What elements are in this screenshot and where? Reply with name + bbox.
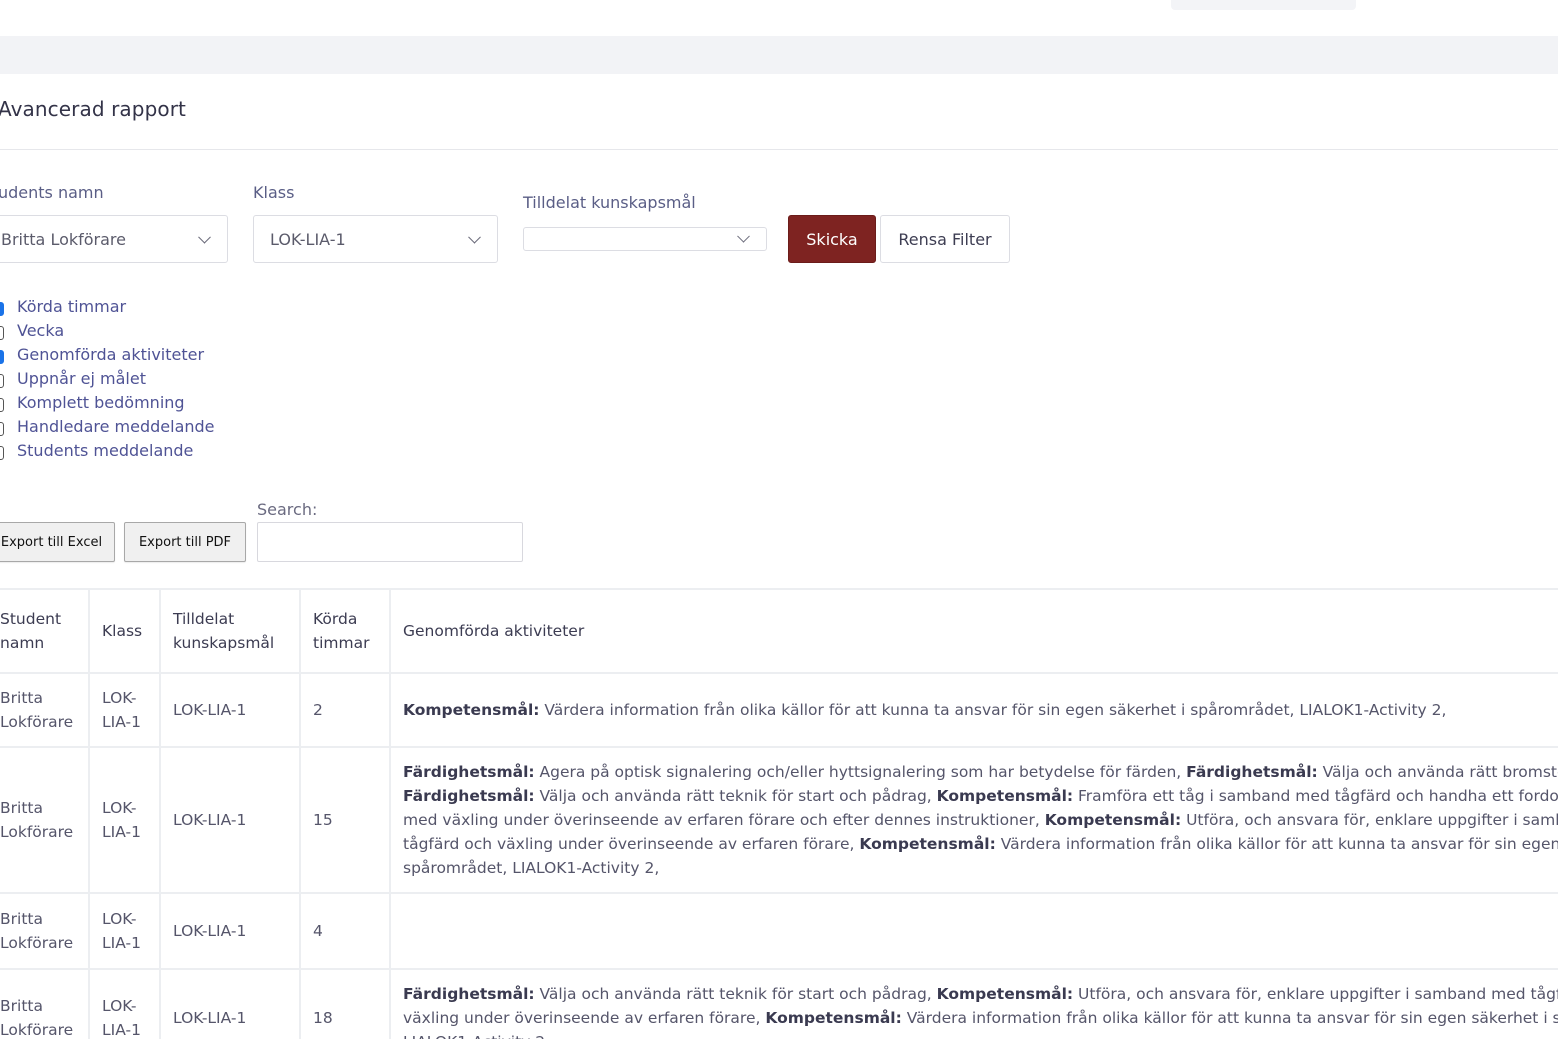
- cell-goal: LOK-LIA-1: [159, 892, 301, 970]
- col-header-goal[interactable]: Tilldelat kunskapsmål: [159, 588, 301, 674]
- report-table-wrapper: Student namn Klass Tilldelat kunskapsmål…: [0, 588, 1558, 1039]
- cell-student: Britta Lokförare: [0, 746, 90, 894]
- col-header-hours[interactable]: Körda timmar: [299, 588, 391, 674]
- goal-label: Tilldelat kunskapsmål: [523, 193, 696, 212]
- cell-class: LOK-LIA-1: [88, 672, 161, 748]
- activity-type: Kompetensmål:: [859, 835, 996, 853]
- checkbox[interactable]: [0, 350, 4, 364]
- table-row: Britta Lokförare LOK-LIA-1 LOK-LIA-1 18 Färd…: [0, 968, 1558, 1039]
- activity-text: Välja och använda rätt teknik för start …: [534, 985, 937, 1003]
- cell-student: Britta Lokförare: [0, 892, 90, 970]
- page-title: Avancerad rapport: [0, 97, 186, 121]
- cell-hours: 4: [299, 892, 391, 970]
- activity-type: Kompetensmål:: [1044, 811, 1182, 829]
- cell-class: LOK-LIA-1: [88, 968, 161, 1039]
- table-header-row: Student namn Klass Tilldelat kunskapsmål…: [0, 588, 1558, 674]
- student-name-select[interactable]: Britta Lokförare: [0, 215, 228, 263]
- checkbox-label[interactable]: Uppnår ej målet: [17, 369, 146, 388]
- activity-type: Kompetensmål:: [936, 985, 1074, 1003]
- checkbox[interactable]: [0, 302, 4, 316]
- class-select[interactable]: LOK-LIA-1: [253, 215, 498, 263]
- table-row: Britta Lokförare LOK-LIA-1 LOK-LIA-1 4: [0, 892, 1558, 970]
- cell-hours: 15: [299, 746, 391, 894]
- activity-text: Välja och använda rätt teknik för start …: [534, 787, 937, 805]
- student-name-label: udents namn: [0, 183, 104, 202]
- class-label: Klass: [253, 183, 295, 202]
- checkbox-label[interactable]: Students meddelande: [17, 441, 193, 460]
- checkbox-label[interactable]: Handledare meddelande: [17, 417, 215, 436]
- cell-activities: [389, 892, 1558, 970]
- activity-type: Färdighetsmål:: [1186, 763, 1318, 781]
- activity-type: Kompetensmål:: [936, 787, 1074, 805]
- class-value: LOK-LIA-1: [270, 229, 346, 249]
- checkbox-label[interactable]: Komplett bedömning: [17, 393, 185, 412]
- cell-student: Britta Lokförare: [0, 672, 90, 748]
- col-header-class[interactable]: Klass: [88, 588, 161, 674]
- search-input[interactable]: [257, 522, 523, 562]
- goal-select[interactable]: [523, 227, 767, 251]
- activity-text: Värdera information från olika källor fö…: [539, 701, 1447, 719]
- clear-filter-button[interactable]: Rensa Filter: [880, 215, 1010, 263]
- cell-student: Britta Lokförare: [0, 968, 90, 1039]
- checkbox[interactable]: [0, 446, 4, 460]
- cell-class: LOK-LIA-1: [88, 892, 161, 970]
- page-band: [0, 36, 1558, 74]
- cell-hours: 2: [299, 672, 391, 748]
- student-name-value: Britta Lokförare: [1, 229, 126, 249]
- cell-activities: Färdighetsmål: Agera på optisk signaleri…: [389, 746, 1558, 894]
- col-header-student[interactable]: Student namn: [0, 588, 90, 674]
- activity-type: Färdighetsmål:: [403, 763, 535, 781]
- checkbox[interactable]: [0, 326, 4, 340]
- activity-text: Agera på optisk signalering och/eller hy…: [534, 763, 1187, 781]
- checkbox[interactable]: [0, 398, 4, 412]
- activity-text: Välja och använda rätt bromsteknik,: [1322, 763, 1558, 781]
- col-header-activities[interactable]: Genomförda aktiviteter: [389, 588, 1558, 674]
- checkbox-label[interactable]: Körda timmar: [17, 297, 126, 316]
- activity-type: Färdighetsmål:: [403, 787, 535, 805]
- activity-type: Kompetensmål:: [765, 1009, 902, 1027]
- report-table: Student namn Klass Tilldelat kunskapsmål…: [0, 588, 1558, 1039]
- top-header: [0, 0, 1558, 36]
- title-divider: [0, 149, 1558, 150]
- cell-hours: 18: [299, 968, 391, 1039]
- table-row: Britta Lokförare LOK-LIA-1 LOK-LIA-1 15 Färd…: [0, 746, 1558, 894]
- cell-goal: LOK-LIA-1: [159, 746, 301, 894]
- cell-goal: LOK-LIA-1: [159, 672, 301, 748]
- checkbox-label[interactable]: Vecka: [17, 321, 64, 340]
- checkbox-label[interactable]: Genomförda aktiviteter: [17, 345, 204, 364]
- checkbox[interactable]: [0, 374, 4, 388]
- search-label: Search:: [257, 500, 318, 519]
- activity-type: Färdighetsmål:: [403, 985, 535, 1003]
- submit-button[interactable]: Skicka: [788, 215, 876, 263]
- cell-class: LOK-LIA-1: [88, 746, 161, 894]
- cell-activities: Kompetensmål: Värdera information från o…: [389, 672, 1558, 748]
- export-pdf-button[interactable]: Export till PDF: [124, 522, 246, 562]
- checkbox[interactable]: [0, 422, 4, 436]
- chevron-down-icon: [737, 229, 750, 243]
- table-row: Britta Lokförare LOK-LIA-1 LOK-LIA-1 2 Kompe…: [0, 672, 1558, 748]
- header-search-input[interactable]: [1171, 0, 1356, 10]
- export-excel-button[interactable]: Export till Excel: [0, 522, 115, 562]
- cell-activities: Färdighetsmål: Välja och använda rätt te…: [389, 968, 1558, 1039]
- cell-goal: LOK-LIA-1: [159, 968, 301, 1039]
- activity-type: Kompetensmål:: [403, 701, 540, 719]
